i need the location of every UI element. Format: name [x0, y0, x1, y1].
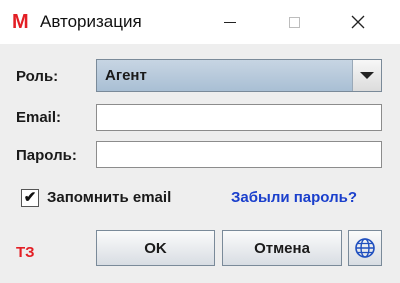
- remember-email-label[interactable]: Запомнить email: [47, 189, 171, 207]
- globe-icon: [355, 238, 375, 258]
- close-button[interactable]: [328, 0, 388, 44]
- minimize-button[interactable]: [200, 0, 260, 44]
- ok-button[interactable]: OK: [96, 230, 215, 266]
- close-icon: [351, 15, 365, 29]
- maximize-icon: [288, 16, 300, 28]
- role-dropdown-button[interactable]: [352, 60, 381, 91]
- email-label: Email:: [16, 109, 62, 126]
- minimize-icon: [224, 21, 236, 23]
- cancel-button[interactable]: Отмена: [222, 230, 342, 266]
- role-select-value: Агент: [105, 67, 147, 84]
- role-label: Роль:: [16, 68, 59, 85]
- forgot-password-link[interactable]: Забыли пароль?: [231, 189, 357, 207]
- password-label: Пароль:: [16, 147, 77, 164]
- email-field[interactable]: [96, 104, 382, 131]
- title-bar: M Авторизация: [0, 0, 400, 44]
- remember-email-checkbox[interactable]: ✔: [21, 189, 39, 207]
- password-field[interactable]: [96, 141, 382, 168]
- version-tag: ТЗ: [16, 244, 35, 261]
- chevron-down-icon: [360, 72, 374, 79]
- language-button[interactable]: [348, 230, 382, 266]
- role-select[interactable]: Агент: [96, 59, 382, 92]
- app-logo-icon: M: [12, 11, 29, 33]
- window-title: Авторизация: [40, 12, 142, 31]
- maximize-button[interactable]: [264, 0, 324, 44]
- login-form: Роль: Агент Email: Пароль: ✔ Запомнить e…: [0, 44, 400, 283]
